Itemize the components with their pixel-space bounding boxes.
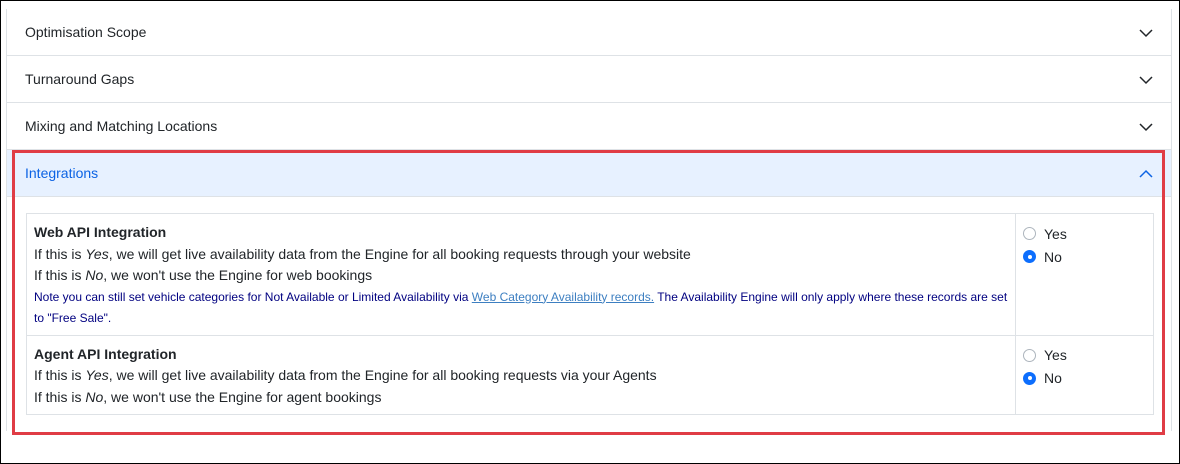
agent-api-no-text: If this is No, we won't use the Engine f… <box>34 388 382 405</box>
section-turnaround-gaps-header[interactable]: Turnaround Gaps <box>7 56 1171 103</box>
section-title: Turnaround Gaps <box>25 71 135 87</box>
settings-accordion: Optimisation Scope Turnaround Gaps Mixin… <box>6 9 1172 431</box>
agent-api-description: Agent API Integration If this is Yes, we… <box>26 334 1016 415</box>
chevron-down-icon <box>1139 29 1153 38</box>
agent-api-yes-option[interactable]: Yes <box>1023 344 1146 367</box>
section-optimisation-scope-header[interactable]: Optimisation Scope <box>7 9 1171 56</box>
web-api-yes-text: If this is Yes, we will get live availab… <box>34 245 691 262</box>
section-mixing-matching-header[interactable]: Mixing and Matching Locations <box>7 103 1171 150</box>
integrations-table: Web API Integration If this is Yes, we w… <box>26 213 1154 415</box>
chevron-up-icon <box>1139 169 1153 178</box>
section-title: Optimisation Scope <box>25 24 147 40</box>
web-api-description: Web API Integration If this is Yes, we w… <box>26 213 1016 336</box>
web-api-no-option[interactable]: No <box>1023 245 1146 268</box>
agent-api-title: Agent API Integration <box>34 345 177 362</box>
agent-api-row: Agent API Integration If this is Yes, we… <box>26 334 1154 415</box>
web-api-no-text: If this is No, we won't use the Engine f… <box>34 267 373 283</box>
radio-label: No <box>1044 370 1062 386</box>
agent-api-no-option[interactable]: No <box>1023 367 1146 390</box>
agent-api-no-radio[interactable] <box>1023 371 1036 385</box>
web-category-availability-link[interactable]: Web Category Availability records. <box>472 290 654 304</box>
agent-api-options: Yes No <box>1015 334 1154 415</box>
web-api-no-radio[interactable] <box>1023 250 1036 263</box>
chevron-down-icon <box>1139 76 1153 85</box>
section-title: Mixing and Matching Locations <box>25 118 218 134</box>
radio-label: No <box>1044 248 1062 265</box>
web-api-note: Note you can still set vehicle categorie… <box>34 289 1008 325</box>
web-api-row: Web API Integration If this is Yes, we w… <box>26 213 1154 336</box>
chevron-down-icon <box>1139 123 1153 132</box>
agent-api-yes-text: If this is Yes, we will get live availab… <box>34 367 657 383</box>
web-api-title: Web API Integration <box>34 224 167 240</box>
section-title: Integrations <box>25 165 99 181</box>
agent-api-yes-radio[interactable] <box>1023 348 1036 362</box>
web-api-options: Yes No <box>1015 213 1154 336</box>
radio-label: Yes <box>1044 225 1067 242</box>
window-frame: Optimisation Scope Turnaround Gaps Mixin… <box>0 0 1180 464</box>
web-api-yes-radio[interactable] <box>1023 227 1036 240</box>
integrations-body: Web API Integration If this is Yes, we w… <box>7 197 1171 431</box>
radio-label: Yes <box>1044 347 1067 363</box>
section-integrations-header[interactable]: Integrations <box>7 150 1171 197</box>
web-api-yes-option[interactable]: Yes <box>1023 222 1146 245</box>
